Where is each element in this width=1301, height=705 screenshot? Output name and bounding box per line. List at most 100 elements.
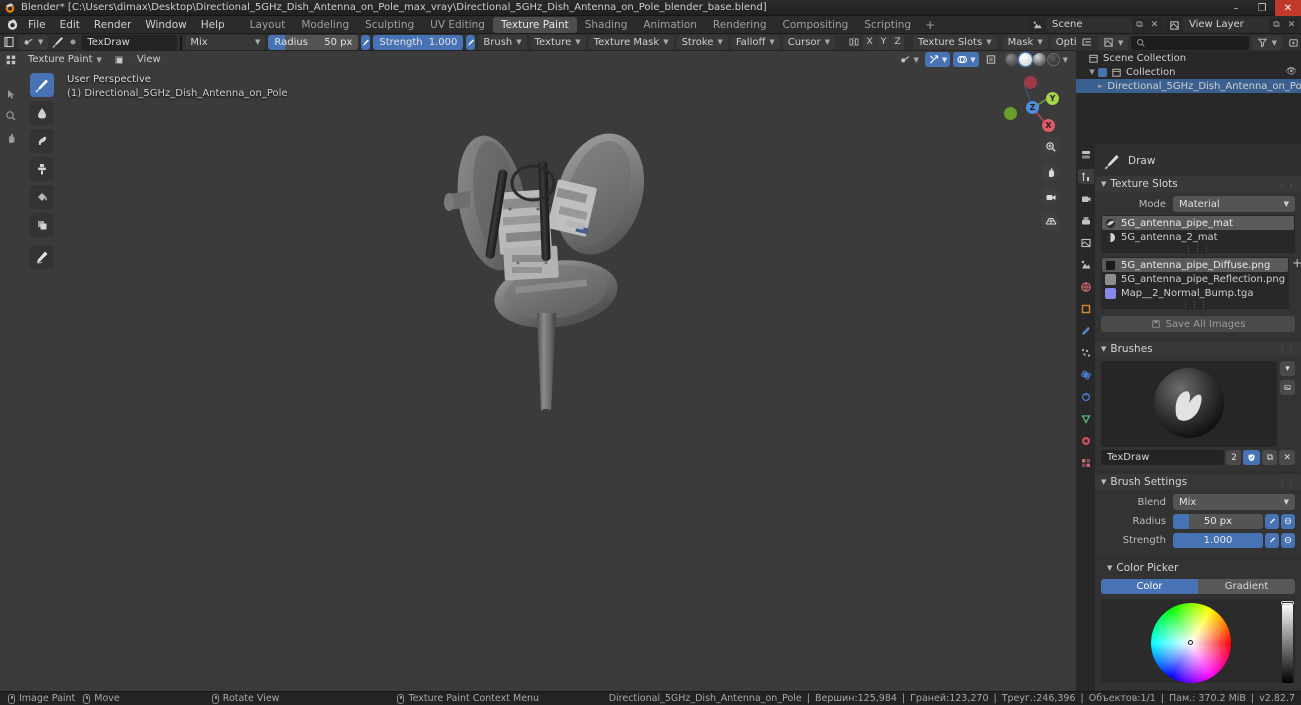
object-visibility-dropdown[interactable]: ▼ [896,52,922,67]
material-list-item[interactable]: 5G_antenna_2_mat [1102,230,1294,244]
symmetry-z-button[interactable]: Z [891,34,905,50]
brush-preview-image[interactable] [1101,361,1277,447]
properties-tab-tool[interactable] [1077,169,1094,184]
new-viewlayer-button[interactable]: ⧉ [1269,18,1284,32]
outliner-editor-type-icon[interactable] [1079,35,1095,50]
brushes-panel-header[interactable]: ▼ Brushes ⋮⋮ [1095,341,1301,357]
texture-slots-menu[interactable]: Texture Slots ▼ [913,34,997,50]
value-slider[interactable] [1281,601,1294,683]
brush-name-field[interactable]: TexDraw [1101,450,1225,465]
radius-slider[interactable]: Radius 50 px [268,34,359,50]
falloff-menu[interactable]: Falloff ▼ [730,34,780,50]
viewport-view-menu[interactable]: View [130,52,167,67]
zoom-region-icon[interactable] [4,109,18,123]
clone-tool-button[interactable] [30,157,54,181]
brush-users-count[interactable]: 2 [1226,450,1242,465]
radius-pressure-toggle[interactable] [1265,513,1279,529]
strength-unit-toggle[interactable] [1281,532,1295,548]
camera-icon[interactable] [1041,187,1060,206]
workspace-tab-uv-editing[interactable]: UV Editing [422,17,493,33]
draw-tool-button[interactable] [30,73,54,97]
brush-menu[interactable]: Brush ▼ [478,34,527,50]
annotate-tool-button[interactable] [30,245,54,269]
cursor-menu[interactable]: Cursor ▼ [782,34,836,50]
menu-render[interactable]: Render [87,17,138,33]
workspace-tab-layout[interactable]: Layout [242,17,294,33]
outliner-row-antenna-object[interactable]: ► Directional_5GHz_Dish_Antenna_on_Pole … [1076,79,1301,93]
save-all-images-button[interactable]: Save All Images [1101,316,1295,332]
scene-selector[interactable]: Scene ⧉ ✕ [1028,18,1162,32]
texture-menu[interactable]: Texture ▼ [529,34,586,50]
outliner-new-collection-icon[interactable] [1285,35,1301,50]
color-picker-panel-header[interactable]: ▼ Color Picker [1095,560,1301,576]
collection-checkbox[interactable] [1098,67,1107,77]
properties-tab-material[interactable] [1078,433,1094,448]
soften-tool-button[interactable] [30,101,54,125]
viewlayer-selector[interactable]: View Layer ⧉ ✕ [1165,18,1299,32]
properties-tab-object[interactable] [1078,301,1094,316]
properties-tab-view-layer[interactable] [1078,235,1094,250]
outliner-search-input[interactable] [1131,35,1249,50]
strength-slider[interactable]: 1.000 [1173,532,1263,548]
stroke-menu[interactable]: Stroke ▼ [676,34,728,50]
workspace-tab-texture-paint[interactable]: Texture Paint [492,16,577,33]
properties-tab-constraints[interactable] [1078,389,1094,404]
list-resize-grip[interactable]: ⋮⋮⋮ [1102,244,1294,253]
strength-pressure-toggle[interactable] [466,34,476,50]
color-wheel-cursor[interactable] [1187,640,1193,645]
gizmo-x-axis[interactable]: X [1042,119,1055,132]
brush-datablock-dropdown[interactable]: ▼ [18,34,49,50]
grid-icon[interactable] [1041,212,1060,231]
properties-tab-render[interactable] [1078,191,1094,206]
shield-icon[interactable] [1243,450,1261,465]
workspace-tab-modeling[interactable]: Modeling [293,17,357,33]
cursor-tool-icon[interactable] [4,87,18,101]
radius-pressure-toggle[interactable] [361,34,371,50]
gizmo-neg-x-axis[interactable] [1024,76,1037,89]
strength-pressure-toggle[interactable] [1265,532,1279,548]
gizmo-toggle[interactable]: ▼ [924,52,951,67]
duplicate-brush-button[interactable]: ⧉ [1262,450,1278,465]
brush-name-field[interactable]: TexDraw [81,34,178,50]
gizmo-neg-y-axis[interactable] [1004,107,1017,120]
3d-viewport[interactable]: Texture Paint ▼ View ▼ ▼ ▼ ▼ User Perspe… [0,51,1076,691]
blend-dropdown[interactable]: Mix ▼ [1173,494,1295,510]
workspace-tab-shading[interactable]: Shading [577,17,636,33]
smear-tool-button[interactable] [30,129,54,153]
workspace-tab-compositing[interactable]: Compositing [775,17,857,33]
shading-wireframe-button[interactable] [1004,53,1018,66]
hand-pan-icon[interactable] [4,131,18,145]
mask-tool-button[interactable] [30,213,54,237]
texture-list-item[interactable]: Map__2_Normal_Bump.tga [1102,286,1288,300]
editor-type-icon[interactable] [3,35,15,50]
list-resize-grip[interactable]: ⋮⋮⋮ [1102,300,1288,309]
brush-settings-panel-header[interactable]: ▼ Brush Settings ⋮⋮ [1095,474,1301,490]
workspace-tab-animation[interactable]: Animation [635,17,705,33]
outliner-expand-icon[interactable]: ► [1098,82,1103,90]
properties-tab-physics[interactable] [1078,367,1094,382]
brush-preview-render-button[interactable] [1280,380,1295,395]
texture-slots-panel-header[interactable]: ▼ Texture Slots ⋮⋮ [1095,176,1301,192]
properties-tab-world[interactable] [1078,279,1094,294]
brush-presets-dropdown[interactable]: ▾ [1280,361,1295,376]
blend-mode-dropdown[interactable]: Mix ▼ [185,34,266,50]
navigation-gizmo[interactable]: Z X Y [1004,76,1062,137]
blender-logo-icon[interactable] [3,17,21,33]
workspace-tab-sculpting[interactable]: Sculpting [357,17,422,33]
outliner-row-collection[interactable]: ▼ Collection 👁 [1076,65,1301,79]
viewlayer-name[interactable]: View Layer [1183,18,1269,32]
xray-toggle[interactable] [981,52,1000,67]
viewport-pivot-icon[interactable] [111,52,127,67]
viewport-editor-type-icon[interactable] [3,52,19,67]
outliner-expand-icon[interactable]: ▼ [1086,68,1098,76]
menu-edit[interactable]: Edit [53,17,87,33]
texture-slots-mode-dropdown[interactable]: Material ▼ [1173,196,1295,212]
strength-slider[interactable]: Strength 1.000 [373,34,464,50]
texture-list-item[interactable]: 5G_antenna_pipe_Reflection.png [1102,272,1288,286]
value-slider-handle[interactable] [1281,601,1294,605]
delete-brush-button[interactable]: ✕ [1279,450,1295,465]
symmetry-x-button[interactable]: X [863,34,877,50]
zoom-icon[interactable] [1041,137,1060,156]
shading-rendered-button[interactable] [1046,53,1060,66]
interaction-mode-dropdown[interactable]: Texture Paint ▼ [23,52,107,67]
